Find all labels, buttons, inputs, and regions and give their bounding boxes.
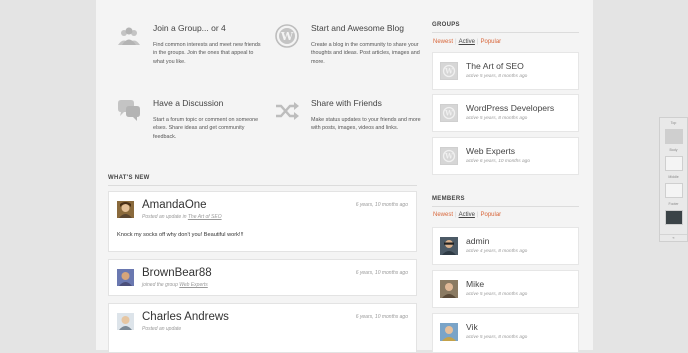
- avatar[interactable]: [440, 237, 458, 255]
- members-divider: [432, 206, 579, 207]
- group-avatar-icon: W: [440, 62, 458, 80]
- member-card[interactable]: Mike active 5 years, 8 months ago: [432, 270, 579, 308]
- activity-description: Posted an update in The Art of SEO: [142, 214, 222, 220]
- activity-description: Posted an update: [142, 326, 181, 332]
- footer-color-swatch[interactable]: [665, 210, 683, 225]
- shuffle-icon: [276, 102, 299, 120]
- panel-footer-label: Footer: [668, 202, 679, 206]
- activity-author[interactable]: AmandaOne: [142, 199, 207, 211]
- avatar[interactable]: [117, 201, 134, 218]
- groups-heading: GROUPS: [432, 22, 460, 28]
- top-color-swatch[interactable]: [665, 129, 683, 144]
- avatar[interactable]: [440, 280, 458, 298]
- panel-middle-label: Middle: [668, 175, 679, 179]
- group-activity: active 5 years, 8 months ago: [466, 74, 528, 79]
- feature-title: Join a Group... or 4: [153, 23, 226, 33]
- activity-action: joined the group: [142, 282, 178, 288]
- feature-description: Make status updates to your friends and …: [311, 117, 421, 132]
- activity-timestamp[interactable]: 6 years, 10 months ago: [356, 314, 408, 320]
- svg-text:W: W: [444, 109, 453, 118]
- activity-action: Posted an update in: [142, 214, 187, 220]
- sidebar: GROUPS Newest | Active | Popular W The Art o…: [431, 0, 581, 353]
- filter-active[interactable]: Active: [459, 212, 475, 218]
- body-color-swatch[interactable]: [665, 156, 683, 171]
- page-container: Join a Group... or 4 Find common interes…: [96, 0, 593, 353]
- member-name[interactable]: Mike: [466, 279, 484, 289]
- group-link[interactable]: Web Experts: [179, 282, 208, 288]
- group-link[interactable]: The Art of SEO: [188, 214, 222, 220]
- feature-description: Start a forum topic or comment on someon…: [153, 117, 259, 140]
- group-name[interactable]: The Art of SEO: [466, 61, 524, 71]
- activity-item: BrownBear88 joined the group Web Experts…: [108, 259, 417, 296]
- groups-divider: [432, 32, 579, 33]
- main-column: Join a Group... or 4 Find common interes…: [96, 0, 421, 353]
- avatar[interactable]: [117, 269, 134, 286]
- member-name[interactable]: Vik: [466, 322, 478, 332]
- activity-item: Charles Andrews Posted an update 6 years…: [108, 303, 417, 353]
- filter-popular[interactable]: Popular: [480, 212, 501, 218]
- svg-text:W: W: [280, 30, 294, 43]
- whats-new-divider: [108, 185, 417, 186]
- panel-top-label: Top: [670, 121, 677, 125]
- group-activity: active 5 years, 8 months ago: [466, 116, 528, 121]
- whats-new-heading: WHAT'S NEW: [108, 175, 150, 181]
- svg-text:W: W: [444, 67, 453, 76]
- activity-content: Knock my socks off why don't you! Beauti…: [117, 232, 244, 238]
- group-card[interactable]: W Web Experts active 6 years, 10 months …: [432, 137, 579, 175]
- members-filter-tabs: Newest | Active | Popular: [433, 212, 502, 218]
- avatar[interactable]: [117, 313, 134, 330]
- activity-timestamp[interactable]: 6 years, 10 months ago: [356, 270, 408, 276]
- feature-description: Find common interests and meet new frien…: [153, 42, 261, 65]
- group-name[interactable]: WordPress Developers: [466, 103, 554, 113]
- group-avatar-icon: W: [440, 147, 458, 165]
- group-icon: [118, 27, 140, 45]
- group-avatar-icon: W: [440, 104, 458, 122]
- filter-newest[interactable]: Newest: [433, 212, 453, 218]
- filter-newest[interactable]: Newest: [433, 39, 453, 45]
- feature-description: Create a blog in the community to share …: [311, 42, 420, 65]
- group-activity: active 6 years, 10 months ago: [466, 159, 530, 164]
- member-card[interactable]: admin active 4 years, 8 months ago: [432, 227, 579, 265]
- filter-active[interactable]: Active: [459, 39, 475, 45]
- activity-action: Posted an update: [142, 326, 182, 332]
- group-card[interactable]: W WordPress Developers active 5 years, 8…: [432, 94, 579, 132]
- discussion-icon: [118, 100, 140, 121]
- member-activity: active 5 years, 8 months ago: [466, 292, 528, 297]
- activity-timestamp[interactable]: 6 years, 10 months ago: [356, 202, 408, 208]
- activity-author[interactable]: BrownBear88: [142, 267, 212, 279]
- filter-popular[interactable]: Popular: [480, 39, 501, 45]
- member-activity: active 5 years, 8 months ago: [466, 335, 528, 340]
- activity-item: AmandaOne Posted an update in The Art of…: [108, 191, 417, 252]
- group-card[interactable]: W The Art of SEO active 5 years, 8 month…: [432, 52, 579, 90]
- member-name[interactable]: admin: [466, 236, 489, 246]
- member-activity: active 4 years, 8 months ago: [466, 249, 528, 254]
- style-switcher-panel: Top Body Middle Footer «: [659, 117, 688, 242]
- avatar[interactable]: [440, 323, 458, 341]
- middle-color-swatch[interactable]: [665, 183, 683, 198]
- group-name[interactable]: Web Experts: [466, 146, 515, 156]
- feature-title: Start and Awesome Blog: [311, 23, 404, 33]
- activity-author[interactable]: Charles Andrews: [142, 311, 229, 323]
- member-card[interactable]: Vik active 5 years, 8 months ago: [432, 313, 579, 353]
- panel-toggle-button[interactable]: «: [660, 234, 687, 241]
- feature-title: Have a Discussion: [153, 98, 224, 108]
- activity-description: joined the group Web Experts: [142, 282, 208, 288]
- feature-title: Share with Friends: [311, 98, 382, 108]
- panel-body-label: Body: [669, 148, 678, 152]
- svg-text:W: W: [444, 152, 453, 161]
- groups-filter-tabs: Newest | Active | Popular: [433, 39, 502, 45]
- members-heading: MEMBERS: [432, 196, 465, 202]
- wordpress-icon: W: [275, 24, 299, 48]
